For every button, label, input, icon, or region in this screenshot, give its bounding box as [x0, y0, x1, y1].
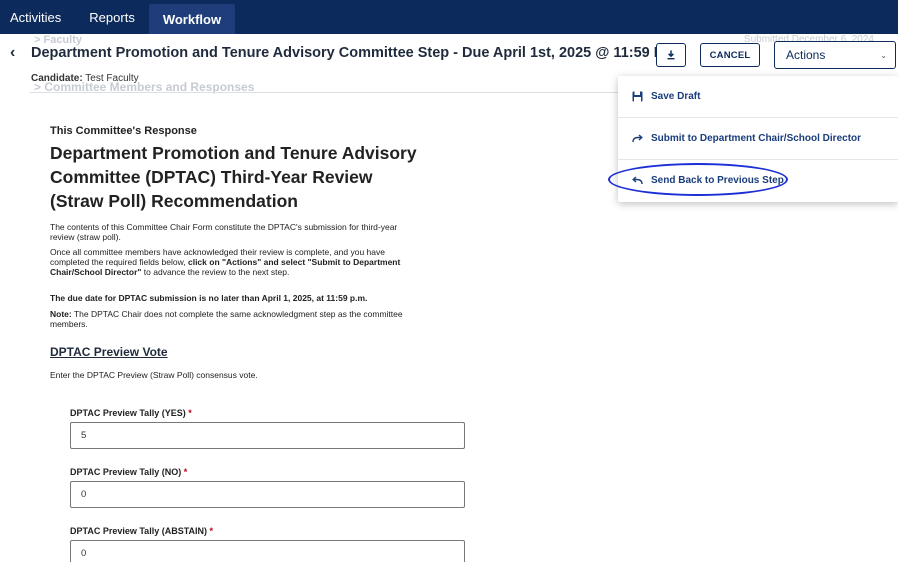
back-chevron-icon[interactable]: ‹	[10, 44, 15, 62]
save-icon	[631, 91, 643, 102]
forward-arrow-icon	[631, 133, 643, 143]
form-title: Department Promotion and Tenure Advisory…	[50, 143, 417, 211]
note-text: The DPTAC Chair does not complete the sa…	[50, 309, 403, 329]
actions-dropdown[interactable]: Actions ⌄	[774, 41, 896, 69]
candidate-info: Candidate: Test Faculty	[31, 73, 139, 84]
vote-heading: DPTAC Preview Vote	[50, 345, 168, 359]
candidate-label: Candidate:	[31, 73, 83, 84]
download-button[interactable]	[656, 43, 686, 67]
section-label: This Committee's Response	[50, 125, 197, 137]
intro-paragraph: The contents of this Committee Chair For…	[50, 222, 398, 242]
menu-item-label: Send Back to Previous Step	[651, 174, 784, 186]
back-arrow-icon	[631, 175, 643, 185]
tab-workflow[interactable]: Workflow	[148, 4, 236, 34]
menu-item-send-back[interactable]: Send Back to Previous Step	[618, 159, 898, 200]
tally-abstain-label: DPTAC Preview Tally (ABSTAIN) *	[70, 526, 213, 536]
tally-no-label: DPTAC Preview Tally (NO) *	[70, 467, 187, 477]
note-label: Note:	[50, 309, 72, 319]
instructions-text-c: to advance the review to the next step.	[141, 267, 290, 277]
cancel-button[interactable]: CANCEL	[700, 43, 760, 67]
required-marker: *	[183, 467, 188, 477]
note-paragraph: Note: The DPTAC Chair does not complete …	[50, 309, 420, 329]
candidate-value: Test Faculty	[85, 73, 139, 84]
tally-yes-label: DPTAC Preview Tally (YES) *	[70, 408, 192, 418]
tally-yes-label-text: DPTAC Preview Tally (YES)	[70, 408, 186, 418]
download-icon	[667, 50, 675, 60]
tab-reports[interactable]: Reports	[75, 0, 149, 34]
tally-no-input[interactable]: 0	[70, 481, 465, 508]
required-marker: *	[209, 526, 214, 536]
menu-item-submit-chair[interactable]: Submit to Department Chair/School Direct…	[618, 117, 898, 158]
menu-item-label: Submit to Department Chair/School Direct…	[651, 132, 862, 144]
page-title: Department Promotion and Tenure Advisory…	[31, 45, 676, 61]
tally-abstain-label-text: DPTAC Preview Tally (ABSTAIN)	[70, 526, 208, 536]
tab-activities[interactable]: Activities	[0, 0, 75, 34]
actions-label: Actions	[786, 48, 826, 62]
actions-menu: Save Draft Submit to Department Chair/Sc…	[618, 76, 898, 202]
chevron-down-icon: ⌄	[880, 50, 887, 60]
menu-item-save-draft[interactable]: Save Draft	[618, 76, 898, 117]
tally-abstain-input[interactable]: 0	[70, 540, 465, 562]
due-date-paragraph: The due date for DPTAC submission is no …	[50, 293, 368, 303]
vote-instruction: Enter the DPTAC Preview (Straw Poll) con…	[50, 370, 258, 380]
tally-no-label-text: DPTAC Preview Tally (NO)	[70, 467, 182, 477]
required-marker: *	[188, 408, 192, 418]
instructions-paragraph: Once all committee members have acknowle…	[50, 247, 420, 277]
tally-yes-input[interactable]: 5	[70, 422, 465, 449]
top-nav: Activities Reports Workflow	[0, 0, 898, 34]
menu-item-label: Save Draft	[651, 91, 701, 102]
